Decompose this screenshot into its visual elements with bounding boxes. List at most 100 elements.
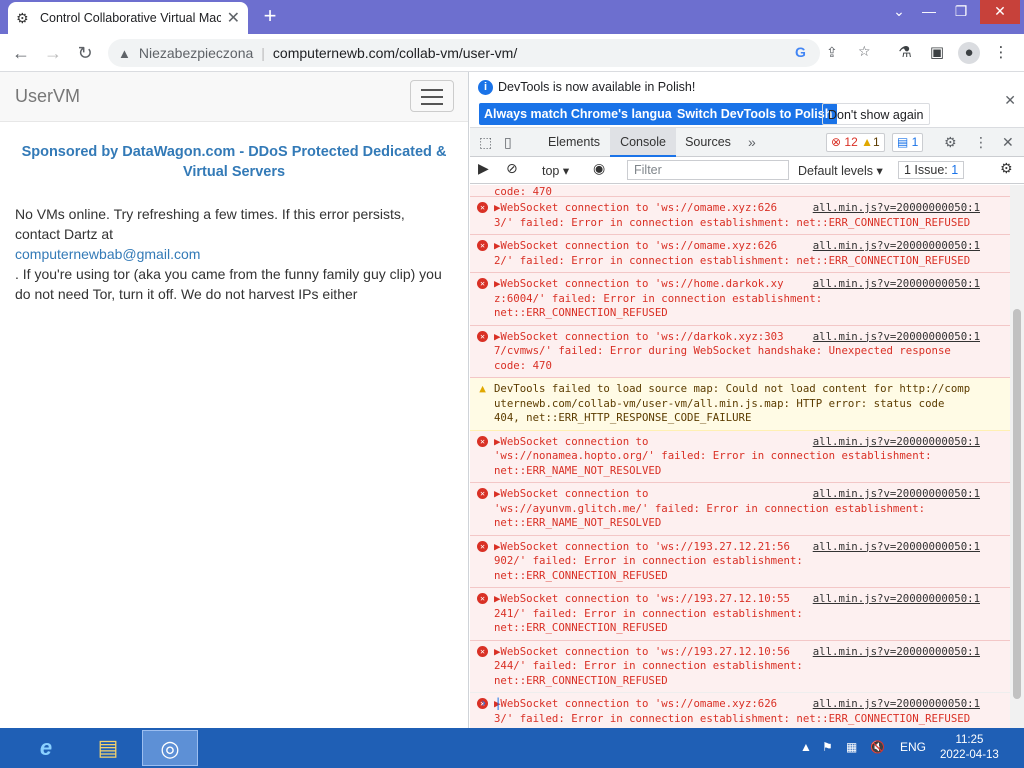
context-label: top (542, 164, 560, 178)
source-link[interactable]: all.min.js?v=20000000050:1 (813, 277, 980, 292)
devtools-close-icon[interactable]: ✕ (1002, 134, 1014, 151)
console-error-row[interactable]: ✕ all.min.js?v=20000000050:1 ▶WebSocket co… (470, 535, 1010, 588)
chrome-taskbar-icon[interactable]: ◎ (142, 730, 198, 766)
info-count: 1 (911, 135, 919, 149)
warning-icon[interactable]: ▲ (118, 46, 131, 61)
warning-icon: ▲ (479, 382, 486, 395)
menu-toggle-button[interactable] (410, 80, 454, 112)
console-error-row[interactable]: ✕ all.min.js?v=20000000050:1 ▶WebSocket co… (470, 640, 1010, 693)
windows-taskbar: e ▤ ◎ ▲ ⚑ ▦ 🔇 ENG 11:25 2022-04-13 (0, 728, 1024, 768)
issues-button[interactable]: 1 Issue: 1 (898, 161, 965, 179)
console-messages: code: 470 ✕ all.min.js?v=20000000050:1 ▶We… (470, 185, 1010, 728)
close-tab-icon[interactable]: ✕ (227, 8, 240, 28)
console-error-row[interactable]: ✕ all.min.js?v=20000000050:1 ▶WebSocket co… (470, 483, 1010, 536)
console-error-row[interactable]: ✕ all.min.js?v=20000000050:1 ▶WebSocket co… (470, 235, 1010, 273)
console-error-row[interactable]: ✕ all.min.js?v=20000000050:1 ▶WebSocket co… (470, 588, 1010, 641)
tab-elements[interactable]: Elements (542, 128, 606, 157)
tab-search-icon[interactable]: ⌄ (884, 0, 914, 24)
inspect-icon[interactable]: ⬚ (479, 134, 492, 151)
system-clock[interactable]: 11:25 2022-04-13 (940, 733, 999, 763)
source-link[interactable]: all.min.js?v=20000000050:1 (813, 330, 980, 345)
message-text: code: 470 (494, 185, 552, 197)
console-error-row[interactable]: ✕ all.min.js?v=20000000050:1 ▶WebSocket co… (470, 197, 1010, 235)
more-tabs-icon[interactable]: » (748, 134, 756, 150)
menu-icon[interactable]: ⋮ (990, 42, 1012, 64)
error-icon: ✕ (477, 540, 488, 552)
error-icon: ✕ (477, 278, 488, 289)
infobar-text: DevTools is now available in Polish! (498, 80, 696, 94)
warning-icon-small: ▲ (861, 135, 873, 149)
side-panel-icon[interactable]: ▣ (926, 42, 948, 64)
info-icon: i (478, 80, 493, 95)
switch-polish-button[interactable]: Switch DevTools to Polish (672, 103, 838, 125)
tab-console[interactable]: Console (610, 128, 676, 157)
security-label[interactable]: Niezabezpieczona (139, 45, 253, 61)
hamburger-line (421, 103, 443, 105)
source-link[interactable]: all.min.js?v=20000000050:1 (813, 435, 980, 450)
forward-button[interactable]: → (40, 40, 66, 66)
source-link[interactable]: all.min.js?v=20000000050:1 (813, 540, 980, 555)
sidebar-toggle-icon[interactable]: ▶ (478, 160, 489, 177)
email-link[interactable]: computernewbab@gmail.com (15, 246, 200, 262)
error-warning-badge[interactable]: ⊗ 12 ▲1 (826, 133, 885, 152)
filter-input[interactable]: Filter (627, 160, 789, 180)
file-explorer-icon[interactable]: ▤ (80, 730, 136, 766)
flag-icon[interactable]: ⚑ (822, 740, 833, 754)
url-text[interactable]: computernewb.com/collab-vm/user-vm/ (273, 45, 517, 61)
source-link[interactable]: all.min.js?v=20000000050:1 (813, 487, 980, 502)
reload-button[interactable]: ↻ (72, 40, 98, 66)
source-link[interactable]: all.min.js?v=20000000050:1 (813, 201, 980, 216)
console-prompt[interactable]: › | (470, 692, 1010, 716)
network-icon[interactable]: ▦ (846, 740, 857, 754)
eye-icon[interactable]: ◉ (593, 160, 605, 177)
address-bar[interactable]: ▲ Niezabezpieczona | computernewb.com/co… (108, 39, 820, 67)
console-scrollbar[interactable] (1010, 185, 1024, 728)
source-link[interactable]: all.min.js?v=20000000050:1 (813, 592, 980, 607)
clear-console-icon[interactable]: ⊘ (506, 160, 518, 177)
back-button[interactable]: ← (8, 40, 34, 66)
source-link[interactable]: all.min.js?v=20000000050:1 (813, 239, 980, 254)
internet-explorer-icon[interactable]: e (18, 730, 74, 766)
source-link[interactable]: all.min.js?v=20000000050:1 (813, 645, 980, 660)
window-close-button[interactable]: ✕ (980, 0, 1020, 24)
browser-toolbar: ← → ↻ ▲ Niezabezpieczona | computernewb.… (0, 34, 1024, 72)
message-line-1: No VMs online. Try refreshing a few time… (15, 206, 405, 242)
devtools-menu-icon[interactable]: ⋮ (974, 134, 988, 151)
extensions-icon[interactable]: ⚗ (894, 42, 916, 64)
infobar-close-icon[interactable]: ✕ (1004, 92, 1016, 109)
minimize-button[interactable]: — (914, 0, 944, 24)
devtools-panel: i DevTools is now available in Polish! A… (470, 72, 1024, 728)
console-settings-icon[interactable]: ⚙ (1000, 160, 1013, 177)
tray-arrow-icon[interactable]: ▲ (800, 740, 812, 754)
bookmark-star-icon[interactable]: ☆ (858, 43, 871, 60)
volume-muted-icon[interactable]: 🔇 (870, 740, 885, 754)
dont-show-button[interactable]: Don't show again (822, 103, 930, 125)
settings-gear-icon[interactable]: ⚙ (944, 134, 957, 151)
google-icon[interactable]: G (795, 44, 806, 60)
device-toolbar-icon[interactable]: ▯ (504, 134, 512, 151)
console-error-row[interactable]: ✕ all.min.js?v=20000000050:1 ▶WebSocket co… (470, 273, 1010, 326)
levels-dropdown[interactable]: Default levels ▾ (798, 163, 883, 178)
console-error-row[interactable]: ✕ all.min.js?v=20000000050:1 ▶WebSocket co… (470, 325, 1010, 378)
browser-tab[interactable]: ⚙ Control Collaborative Virtual Mac ✕ (8, 2, 248, 34)
info-badge[interactable]: ▤ 1 (892, 133, 924, 152)
console-toolbar: ▶ ⊘ top ▾ ◉ Filter Default levels ▾ 1 Is… (470, 157, 1024, 184)
share-icon[interactable]: ⇪ (826, 44, 838, 61)
match-language-button[interactable]: Always match Chrome's language (479, 103, 692, 125)
maximize-button[interactable]: ❐ (946, 0, 976, 24)
devtools-infobar: i DevTools is now available in Polish! A… (470, 72, 1024, 128)
issues-count: 1 (951, 163, 959, 177)
console-warning-row[interactable]: ▲ DevTools failed to load source map: Cou… (470, 378, 1010, 431)
scrollbar-thumb[interactable] (1013, 309, 1021, 699)
site-brand[interactable]: UserVM (15, 86, 80, 107)
new-tab-button[interactable]: + (258, 4, 282, 28)
tab-sources[interactable]: Sources (678, 128, 738, 157)
page-content: UserVM Sponsored by DataWagon.com - DDoS… (0, 72, 469, 728)
console-error-row[interactable]: ✕ all.min.js?v=20000000050:1 ▶WebSocket co… (470, 430, 1010, 483)
language-indicator[interactable]: ENG (900, 740, 926, 754)
context-selector[interactable]: top ▾ (542, 163, 569, 178)
levels-label: Default levels (798, 164, 874, 178)
error-icon: ✕ (477, 593, 488, 604)
favicon-icon: ⚙ (16, 10, 29, 26)
profile-icon[interactable]: ● (958, 42, 980, 64)
